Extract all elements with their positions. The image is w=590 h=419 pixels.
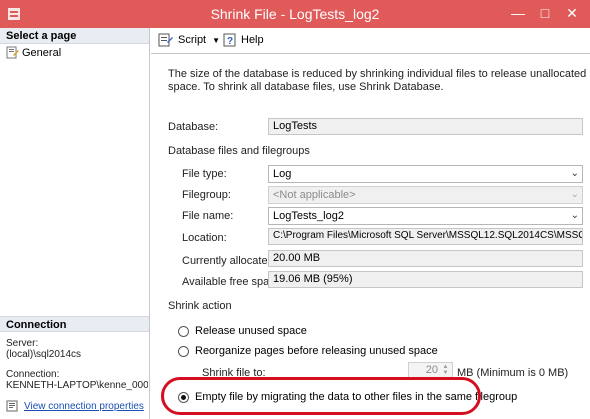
connection-header: Connection xyxy=(0,316,149,332)
toolbar: Script ▼ ? Help xyxy=(151,28,590,54)
help-label: Help xyxy=(241,34,264,46)
file-type-select[interactable]: Log ⌄ xyxy=(268,165,583,183)
file-type-value: Log xyxy=(273,168,292,180)
radio-circle xyxy=(178,345,189,357)
main-panel: The size of the database is reduced by s… xyxy=(151,55,590,419)
shrink-file-to-value: 20 xyxy=(425,364,438,376)
chevron-down-icon[interactable]: ▼ xyxy=(212,36,220,45)
svg-text:?: ? xyxy=(227,36,233,47)
window-title: Shrink File - LogTests_log2 xyxy=(210,6,380,22)
release-unused-radio[interactable]: Release unused space xyxy=(178,325,307,337)
connection-value: KENNETH-LAPTOP\kenne_000 xyxy=(6,380,148,391)
view-connection-properties-link[interactable]: View connection properties xyxy=(6,399,144,413)
left-panel: Select a page General Connection Server:… xyxy=(0,28,150,419)
file-name-label: File name: xyxy=(182,210,234,222)
files-group-label: Database files and filegroups xyxy=(168,145,310,157)
script-icon xyxy=(158,33,173,47)
spin-down-icon: ▼ xyxy=(442,370,449,376)
general-page-icon xyxy=(6,46,19,59)
server-label: Server: xyxy=(6,338,39,349)
help-icon: ? xyxy=(223,33,236,47)
highlight-annotation xyxy=(161,377,481,415)
chevron-down-icon: ⌄ xyxy=(570,168,579,179)
select-page-header: Select a page xyxy=(0,28,149,44)
connection-properties-icon xyxy=(6,400,18,412)
shrink-unit-note: MB (Minimum is 0 MB) xyxy=(457,367,569,379)
help-button[interactable]: ? Help xyxy=(223,33,264,47)
location-field[interactable]: C:\Program Files\Microsoft SQL Server\MS… xyxy=(268,228,583,245)
reorganize-pages-label: Reorganize pages before releasing unused… xyxy=(195,345,438,357)
description-text: The size of the database is reduced by s… xyxy=(168,68,587,93)
reorganize-pages-radio[interactable]: Reorganize pages before releasing unused… xyxy=(178,345,438,357)
shrink-action-label: Shrink action xyxy=(168,300,232,312)
allocated-space-field[interactable]: 20.00 MB xyxy=(268,250,583,267)
filegroup-select: <Not applicable> ⌄ xyxy=(268,186,583,204)
file-name-select[interactable]: LogTests_log2 ⌄ xyxy=(268,207,583,225)
connection-info: Server: (local)\sql2014cs Connection: KE… xyxy=(6,338,148,391)
view-connection-label: View connection properties xyxy=(24,400,144,412)
location-label: Location: xyxy=(182,232,227,244)
database-label: Database: xyxy=(168,121,219,133)
file-name-value: LogTests_log2 xyxy=(273,210,344,222)
title-bar: Shrink File - LogTests_log2 — □ ✕ xyxy=(0,0,590,28)
filegroup-value: <Not applicable> xyxy=(273,189,356,201)
script-label: Script xyxy=(178,34,207,46)
minimize-icon[interactable]: — xyxy=(505,3,531,23)
release-unused-label: Release unused space xyxy=(195,325,307,337)
script-button[interactable]: Script ▼ xyxy=(158,33,220,47)
file-type-label: File type: xyxy=(182,168,227,180)
chevron-down-icon: ⌄ xyxy=(570,189,579,200)
filegroup-label: Filegroup: xyxy=(182,189,231,201)
page-item-label: General xyxy=(22,46,62,59)
close-icon[interactable]: ✕ xyxy=(559,3,585,23)
connection-label: Connection: xyxy=(6,369,60,380)
server-value: (local)\sql2014cs xyxy=(6,349,82,360)
radio-circle xyxy=(178,325,189,337)
database-field[interactable]: LogTests xyxy=(268,118,583,135)
free-space-field[interactable]: 19.06 MB (95%) xyxy=(268,271,583,288)
chevron-down-icon: ⌄ xyxy=(570,210,579,221)
page-item-general[interactable]: General xyxy=(0,44,149,61)
maximize-icon[interactable]: □ xyxy=(532,3,558,23)
